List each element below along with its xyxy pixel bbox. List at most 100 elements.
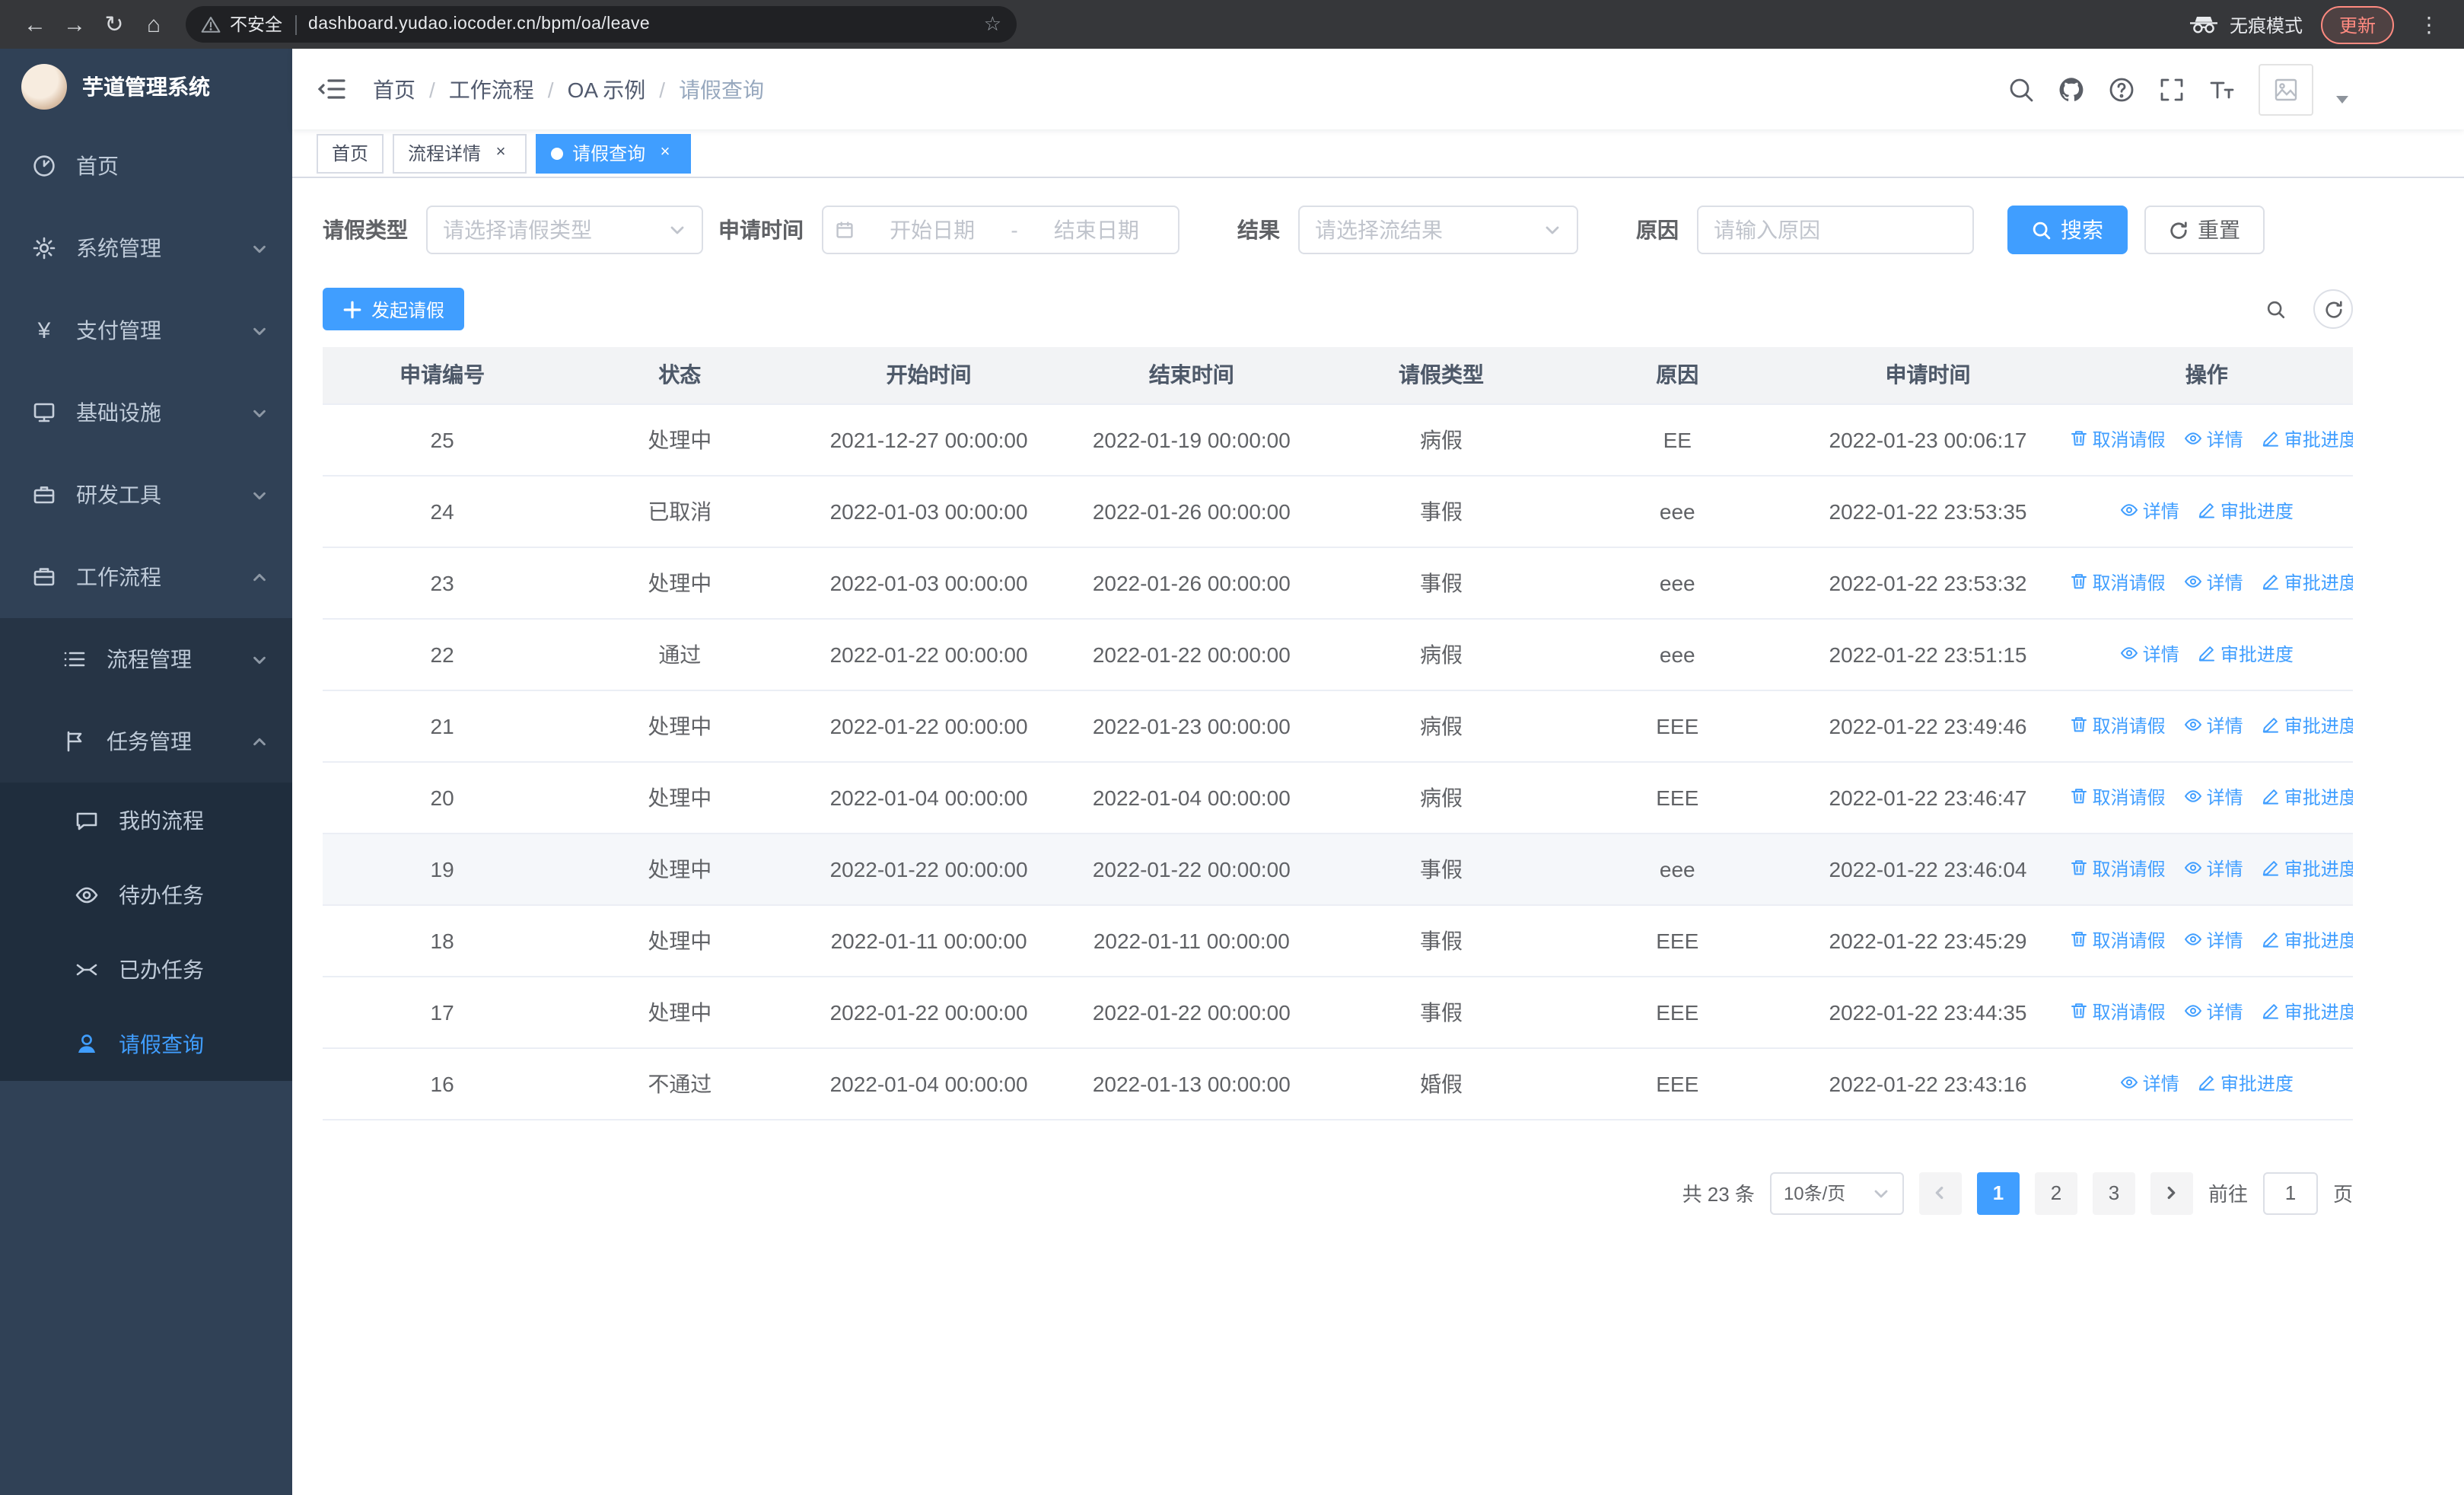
- breadcrumb-item[interactable]: OA 示例: [568, 74, 646, 104]
- breadcrumb-item[interactable]: 工作流程: [449, 74, 534, 104]
- edit-icon: [2262, 859, 2280, 878]
- avatar-dropdown-caret-icon[interactable]: [2336, 96, 2348, 104]
- end-date-input[interactable]: [1027, 218, 1167, 242]
- sidebar-item-infra[interactable]: 基础设施: [0, 371, 292, 454]
- help-icon[interactable]: [2108, 75, 2135, 103]
- cell-status: 处理中: [562, 904, 798, 977]
- result-select[interactable]: 请选择流结果: [1298, 206, 1578, 254]
- date-range-picker[interactable]: -: [822, 206, 1179, 254]
- url-bar[interactable]: 不安全 dashboard.yudao.iocoder.cn/bpm/oa/le…: [186, 6, 1017, 43]
- row-action-progress[interactable]: 审批进度: [2198, 498, 2294, 524]
- table-row: 23 处理中 2022-01-03 00:00:00 2022-01-26 00…: [323, 547, 2353, 619]
- hide-search-icon[interactable]: [2255, 289, 2295, 329]
- bookmark-star-icon[interactable]: ☆: [984, 12, 1001, 37]
- app: 芋道管理系统 首页 系统管理 ¥ 支付管理 基础设施 研发工具 工作流程 流程管…: [0, 49, 2464, 1495]
- edit-icon: [2262, 716, 2280, 735]
- row-action-progress[interactable]: 审批进度: [2262, 999, 2353, 1025]
- browser-menu-icon[interactable]: ⋮: [2409, 5, 2449, 44]
- table-row: 22 通过 2022-01-22 00:00:00 2022-01-22 00:…: [323, 618, 2353, 690]
- row-action-detail[interactable]: 详情: [2120, 641, 2179, 667]
- sidebar-item-done-tasks[interactable]: 已办任务: [0, 932, 292, 1006]
- row-action-detail[interactable]: 详情: [2184, 999, 2243, 1025]
- sidebar-item-payment[interactable]: ¥ 支付管理: [0, 289, 292, 371]
- row-action-progress[interactable]: 审批进度: [2262, 927, 2353, 953]
- leave-type-select[interactable]: 请选择请假类型: [426, 206, 703, 254]
- home-icon[interactable]: ⌂: [134, 5, 173, 44]
- tab-process-detail[interactable]: 流程详情 ×: [393, 133, 527, 173]
- breadcrumb-item[interactable]: 首页: [373, 74, 415, 104]
- tab-leave-query[interactable]: 请假查询 ×: [536, 133, 692, 173]
- next-page-button[interactable]: [2150, 1171, 2193, 1214]
- row-action-cancel[interactable]: 取消请假: [2070, 856, 2166, 881]
- row-action-cancel[interactable]: 取消请假: [2070, 784, 2166, 810]
- user-avatar[interactable]: [2259, 63, 2313, 115]
- refresh-icon[interactable]: [2313, 289, 2353, 329]
- row-action-detail[interactable]: 详情: [2120, 1070, 2179, 1096]
- toolbar-right: [2255, 289, 2353, 329]
- row-action-progress[interactable]: 审批进度: [2262, 784, 2353, 810]
- fullscreen-icon[interactable]: [2158, 75, 2185, 103]
- row-action-progress[interactable]: 审批进度: [2262, 856, 2353, 881]
- row-action-cancel[interactable]: 取消请假: [2070, 927, 2166, 953]
- row-action-detail[interactable]: 详情: [2184, 426, 2243, 452]
- back-icon[interactable]: ←: [15, 5, 55, 44]
- row-action-detail[interactable]: 详情: [2184, 784, 2243, 810]
- sidebar-item-leave-query[interactable]: 请假查询: [0, 1006, 292, 1081]
- tab-home[interactable]: 首页: [317, 133, 384, 173]
- reload-icon[interactable]: ↻: [94, 5, 134, 44]
- cell-reason: eee: [1559, 475, 1796, 547]
- row-action-progress[interactable]: 审批进度: [2262, 426, 2353, 452]
- sidebar-item-label: 流程管理: [107, 647, 192, 671]
- cell-start-time: 2022-01-22 00:00:00: [797, 976, 1060, 1048]
- sidebar-item-process-mgmt[interactable]: 流程管理: [0, 618, 292, 700]
- view-icon: [2184, 1003, 2202, 1021]
- row-action-detail[interactable]: 详情: [2184, 856, 2243, 881]
- row-action-cancel[interactable]: 取消请假: [2070, 569, 2166, 595]
- row-action-progress[interactable]: 审批进度: [2198, 641, 2294, 667]
- page-size-select[interactable]: 10条/页: [1769, 1171, 1904, 1214]
- github-icon[interactable]: [2058, 75, 2085, 103]
- row-action-detail[interactable]: 详情: [2120, 498, 2179, 524]
- search-button[interactable]: 搜索: [2007, 206, 2128, 254]
- row-action-detail[interactable]: 详情: [2184, 712, 2243, 738]
- sidebar-logo[interactable]: 芋道管理系统: [0, 49, 292, 125]
- page-button-3[interactable]: 3: [2092, 1171, 2135, 1214]
- forward-icon[interactable]: →: [55, 5, 94, 44]
- goto-page-input[interactable]: [2262, 1171, 2318, 1214]
- cell-start-time: 2021-12-27 00:00:00: [797, 403, 1060, 476]
- row-action-cancel[interactable]: 取消请假: [2070, 712, 2166, 738]
- breadcrumb-separator: /: [429, 77, 435, 101]
- tab-close-icon[interactable]: ×: [490, 142, 511, 164]
- row-action-cancel[interactable]: 取消请假: [2070, 999, 2166, 1025]
- sidebar-item-task-mgmt[interactable]: 任务管理: [0, 700, 292, 783]
- sidebar-item-my-process[interactable]: 我的流程: [0, 783, 292, 857]
- sidebar-item-home[interactable]: 首页: [0, 125, 292, 207]
- start-date-input[interactable]: [863, 218, 1002, 242]
- prev-page-button[interactable]: [1918, 1171, 1962, 1214]
- row-action-progress[interactable]: 审批进度: [2198, 1070, 2294, 1096]
- sidebar-item-system[interactable]: 系统管理: [0, 207, 292, 289]
- reason-input[interactable]: [1714, 218, 1957, 242]
- sidebar-item-workflow[interactable]: 工作流程: [0, 536, 292, 618]
- view-icon: [2120, 1074, 2138, 1092]
- row-action-progress[interactable]: 审批进度: [2262, 569, 2353, 595]
- url-text[interactable]: dashboard.yudao.iocoder.cn/bpm/oa/leave: [308, 15, 975, 33]
- create-leave-button[interactable]: 发起请假: [323, 288, 465, 330]
- sidebar-item-label: 基础设施: [76, 400, 161, 425]
- page-button-2[interactable]: 2: [2034, 1171, 2077, 1214]
- table-row: 24 已取消 2022-01-03 00:00:00 2022-01-26 00…: [323, 475, 2353, 547]
- search-icon[interactable]: [2007, 75, 2035, 103]
- row-action-progress[interactable]: 审批进度: [2262, 712, 2353, 738]
- row-action-detail[interactable]: 详情: [2184, 569, 2243, 595]
- row-action-detail[interactable]: 详情: [2184, 927, 2243, 953]
- sidebar-item-devtools[interactable]: 研发工具: [0, 454, 292, 536]
- page-button-1[interactable]: 1: [1976, 1171, 2020, 1214]
- row-action-cancel[interactable]: 取消请假: [2070, 426, 2166, 452]
- update-button[interactable]: 更新: [2320, 5, 2394, 43]
- font-size-icon[interactable]: [2208, 75, 2236, 103]
- security-label[interactable]: 不安全: [230, 12, 282, 37]
- reset-button[interactable]: 重置: [2144, 206, 2265, 254]
- sidebar-toggle-icon[interactable]: [317, 76, 345, 102]
- sidebar-item-todo-tasks[interactable]: 待办任务: [0, 857, 292, 932]
- tab-close-icon[interactable]: ×: [654, 142, 676, 164]
